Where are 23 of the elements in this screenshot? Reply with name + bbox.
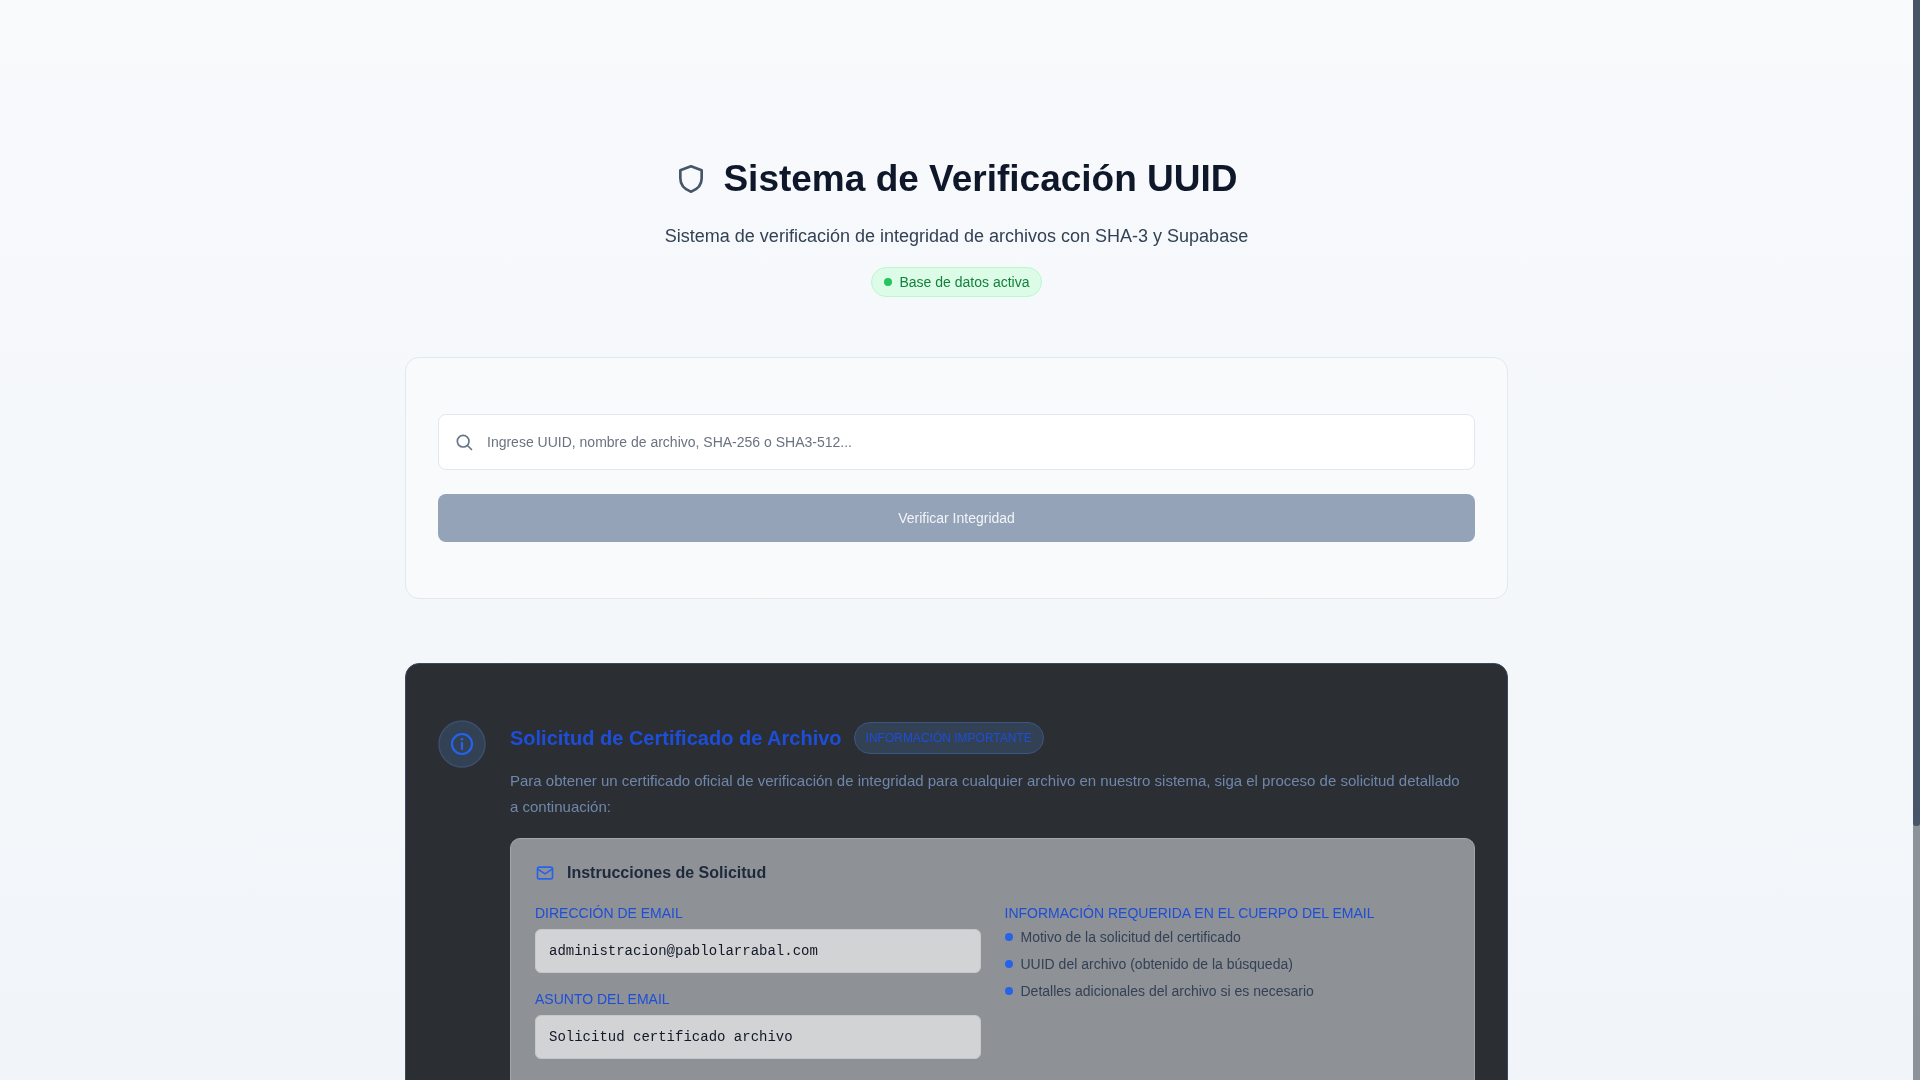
search-icon — [454, 432, 474, 452]
bullet-icon — [1004, 933, 1013, 941]
scrollbar-thumb[interactable] — [1913, 0, 1920, 826]
request-title: Solicitud de Certificado de Archivo — [510, 726, 842, 750]
page-subtitle: Sistema de verificación de integridad de archivos con SHA-3 y Supabase — [664, 226, 1249, 247]
required-item: Motivo de la solicitud del certificado — [1020, 929, 1241, 945]
copy-field[interactable]: Solicitud certificado archivo — [535, 1015, 981, 1059]
required-item: UUID del archivo (obtenido de la búsqueda) — [1020, 956, 1293, 972]
required-info-label: INFORMACIÓN REQUERIDA EN EL CUERPO DEL EMAIL — [1004, 905, 1376, 921]
page-title: Sistema de Verificación UUID — [723, 158, 1238, 200]
field-label: DIRECCIÓN DE EMAIL — [535, 905, 684, 921]
important-badge: INFORMACIÓN IMPORTANTE — [853, 722, 1044, 754]
bullet-icon — [1004, 987, 1013, 995]
info-icon — [438, 720, 486, 768]
bullet-icon — [1004, 960, 1013, 968]
search-field[interactable]: Ingrese UUID, nombre de archivo, SHA-256 o SHA3-512... — [438, 414, 1475, 470]
mail-icon — [535, 863, 555, 883]
request-description: Para obtener un certificado oficial de verificación de integridad para cualquier archivo en nuestro sistema, siga el proceso de solicitud detallado a continuación: — [510, 771, 1460, 817]
status-label: Base de datos activa — [899, 274, 1030, 290]
field-label: ASUNTO DEL EMAIL — [535, 991, 671, 1007]
copy-field[interactable]: administracion@pablolarrabal.com — [535, 929, 981, 973]
required-item: Detalles adicionales del archivo si es necesario — [1020, 983, 1314, 999]
instructions-title: Instrucciones de Solicitud — [567, 864, 767, 882]
